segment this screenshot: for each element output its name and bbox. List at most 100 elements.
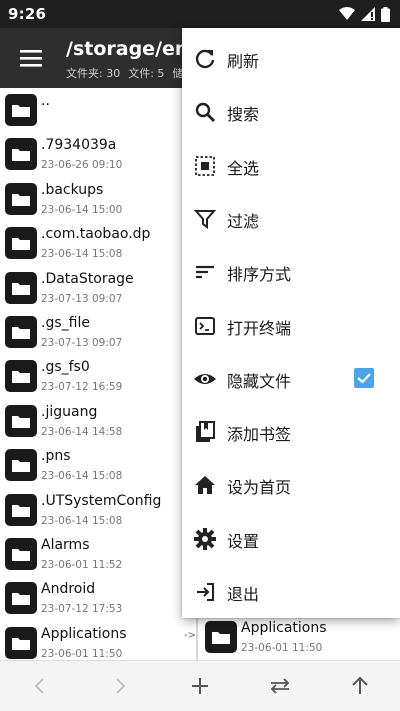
gear-icon <box>194 527 216 550</box>
file-date: 23-06-14 15:00 <box>41 203 123 216</box>
back-icon[interactable] <box>28 674 52 698</box>
menu-item-label: 刷新 <box>227 52 260 71</box>
file-date: 23-06-14 14:58 <box>41 425 123 438</box>
menu-item-bookmark[interactable]: 添加书签 <box>182 405 400 458</box>
up-icon[interactable] <box>348 674 372 698</box>
list-item[interactable]: .gs_fs0 23-07-12 16:59 <box>0 354 196 398</box>
list-item[interactable]: .jiguang 23-06-14 14:58 <box>0 399 196 443</box>
folder-icon <box>5 626 37 659</box>
add-icon[interactable] <box>188 674 212 698</box>
folder-icon <box>5 227 37 260</box>
search-icon <box>195 103 215 123</box>
file-name: .com.taobao.dp <box>41 226 151 243</box>
folder-icon <box>5 316 37 348</box>
menu-item-label: 全选 <box>227 158 260 178</box>
menu-item-label: 退出 <box>227 585 260 604</box>
left-file-pane[interactable]: .. .7934039a 23-06-26 09:10 .backups 23-06-1… <box>0 88 198 660</box>
open-arrow: -> <box>184 629 196 641</box>
file-name: Applications <box>41 625 127 642</box>
folder-icon <box>5 404 37 437</box>
eye-icon <box>194 373 216 384</box>
menu-item-filter[interactable]: 过滤 <box>182 192 400 245</box>
folder-icon <box>5 538 37 570</box>
file-name: .7934039a <box>41 137 117 154</box>
folder-icon <box>5 493 37 526</box>
menu-item-label: 排序方式 <box>227 265 292 285</box>
menu-item-select-all[interactable]: 全选 <box>182 139 400 192</box>
list-item[interactable]: Alarms 23-06-01 11:52 <box>0 532 196 576</box>
menu-item-search[interactable]: 搜索 <box>182 85 400 138</box>
sort-icon <box>196 266 214 279</box>
terminal-icon <box>195 316 215 335</box>
folder-count: 文件夹: 30 <box>66 67 121 80</box>
file-name: .gs_file <box>41 315 90 331</box>
file-name: .. <box>41 93 50 109</box>
wifi-icon <box>339 7 355 20</box>
status-bar: 9:26 <box>0 0 400 28</box>
menu-item-label: 隐藏文件 <box>227 371 292 391</box>
bookmark-icon <box>196 421 215 443</box>
file-name: Android <box>41 581 96 598</box>
path-summary: 文件夹: 30 文件: 5储 <box>66 65 191 81</box>
check-icon <box>357 373 371 384</box>
refresh-icon <box>195 49 215 69</box>
file-name: .jiguang <box>41 403 98 420</box>
menu-item-refresh[interactable]: 刷新 <box>182 32 400 85</box>
list-item[interactable]: Applications 23-06-01 11:50 -> <box>0 621 196 660</box>
bottom-toolbar <box>0 660 400 711</box>
menu-item-label: 打开终端 <box>227 318 292 338</box>
folder-icon <box>5 449 37 482</box>
list-item[interactable]: .. <box>0 88 196 132</box>
menu-item-gear[interactable]: 设置 <box>182 512 400 565</box>
file-name: Applications <box>241 620 327 636</box>
list-item[interactable]: .DataStorage 23-07-13 09:07 <box>0 266 196 310</box>
file-name: .pns <box>41 448 71 465</box>
filter-icon <box>193 209 217 229</box>
menu-item-label: 搜索 <box>227 105 260 125</box>
signal-icon <box>361 7 375 21</box>
file-count: 文件: 5 <box>128 67 165 80</box>
list-item[interactable]: .UTSystemConfig 23-06-14 15:08 <box>0 488 196 532</box>
file-name: .DataStorage <box>41 270 134 287</box>
menu-item-home[interactable]: 设为首页 <box>182 458 400 511</box>
list-item[interactable]: .gs_file 23-07-13 09:07 <box>0 310 196 354</box>
menu-item-label: 设置 <box>227 531 260 551</box>
menu-item-eye[interactable]: 隐藏文件 <box>182 352 400 405</box>
menu-item-sort[interactable]: 排序方式 <box>182 245 400 298</box>
list-item[interactable]: .com.taobao.dp 23-06-14 15:08 <box>0 221 196 265</box>
status-time: 9:26 <box>8 5 47 23</box>
exit-icon <box>197 583 214 601</box>
forward-icon[interactable] <box>108 674 132 698</box>
folder-icon <box>5 360 37 393</box>
file-date: 23-07-12 17:53 <box>41 603 123 616</box>
menu-item-label: 过滤 <box>227 211 260 231</box>
list-item[interactable]: .backups 23-06-14 15:00 <box>0 177 196 221</box>
swap-icon[interactable] <box>268 674 292 698</box>
list-item[interactable]: Applications 23-06-01 11:50 <box>200 615 400 659</box>
status-icons <box>339 6 390 22</box>
list-item[interactable]: .pns 23-06-14 15:08 <box>0 443 196 487</box>
list-item[interactable]: .7934039a 23-06-26 09:10 <box>0 132 196 176</box>
file-name: .UTSystemConfig <box>41 492 162 509</box>
list-item[interactable]: Android 23-07-12 17:53 <box>0 576 196 620</box>
overflow-menu: 刷新搜索全选过滤排序方式打开终端隐藏文件添加书签设为首页设置退出 <box>182 28 400 618</box>
hamburger-menu-icon[interactable] <box>18 46 44 70</box>
folder-icon <box>5 271 37 304</box>
home-icon <box>195 476 215 495</box>
battery-icon <box>381 6 390 22</box>
folder-icon <box>5 582 37 615</box>
file-date: 23-06-26 09:10 <box>41 159 123 172</box>
file-date: 23-06-14 15:08 <box>41 248 123 261</box>
file-date: 23-07-13 09:07 <box>41 292 123 305</box>
folder-icon <box>5 138 37 171</box>
hidden-files-checkbox[interactable] <box>354 367 374 388</box>
file-date: 23-07-12 16:59 <box>41 381 123 394</box>
file-date: 23-07-13 09:07 <box>41 337 123 349</box>
file-date: 23-06-14 15:08 <box>41 470 123 483</box>
file-name: .gs_fs0 <box>41 359 90 376</box>
menu-item-label: 添加书签 <box>227 425 292 445</box>
menu-item-terminal[interactable]: 打开终端 <box>182 299 400 352</box>
select-all-icon <box>195 155 215 176</box>
menu-item-label: 设为首页 <box>227 478 292 498</box>
menu-item-exit[interactable]: 退出 <box>182 565 400 618</box>
